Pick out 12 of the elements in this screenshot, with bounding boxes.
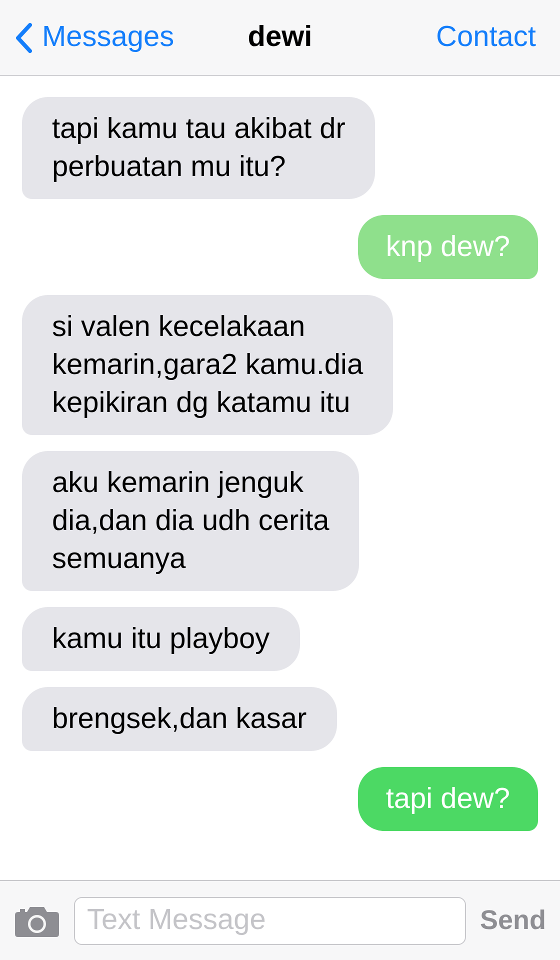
message-bubble: tapi dew?	[358, 767, 538, 831]
message-bubble: aku kemarin jenguk dia,dan dia udh cerita semuanya	[22, 451, 360, 591]
message-bubble: tapi kamu tau akibat dr perbuatan mu itu?	[22, 97, 376, 199]
message-bubble: knp dew?	[358, 215, 538, 279]
message-bubble: si valen kecelakaan kemarin,gara2 kamu.dia kepikiran dg katamu itu	[22, 295, 394, 435]
message-bubble: brengsek,dan kasar	[22, 687, 337, 751]
chevron-left-icon	[14, 22, 34, 54]
back-button[interactable]: Messages	[14, 21, 174, 54]
message-input[interactable]: Text Message	[74, 896, 466, 944]
contact-button[interactable]: Contact	[436, 21, 536, 54]
conversation-title: dewi	[248, 21, 312, 54]
message-bubble: kamu itu playboy	[22, 607, 300, 671]
